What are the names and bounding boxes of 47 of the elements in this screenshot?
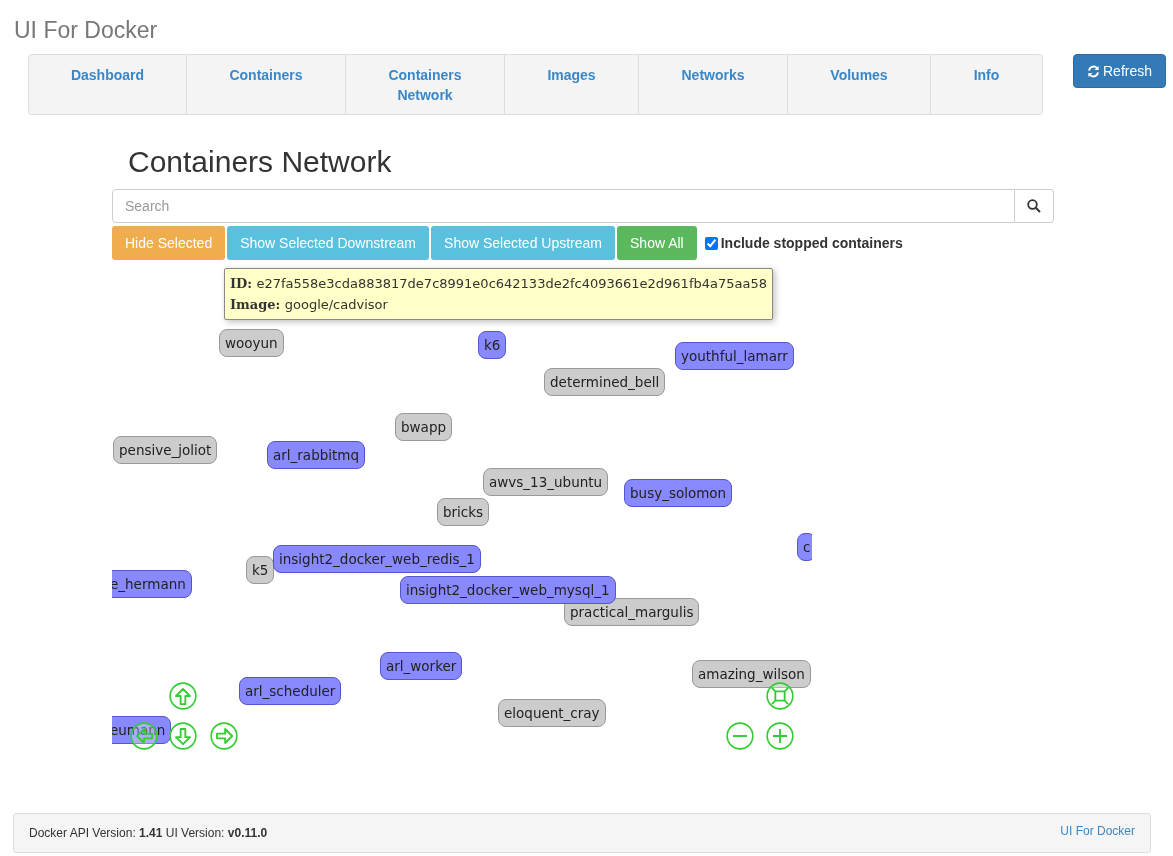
container-node[interactable]: arl_rabbitmq xyxy=(267,441,366,469)
search-button[interactable] xyxy=(1015,189,1054,223)
search-icon xyxy=(1027,199,1041,213)
fit-view-icon[interactable] xyxy=(766,682,794,710)
nav-tab[interactable]: Containers Network xyxy=(346,55,505,114)
checkbox-label: Include stopped containers xyxy=(720,235,903,251)
container-node[interactable]: k6 xyxy=(478,331,507,359)
tooltip-value: google/cadvisor xyxy=(284,297,388,312)
container-node[interactable]: k5 xyxy=(246,556,275,584)
container-node[interactable]: insight2_docker_web_mysql_1 xyxy=(400,576,616,604)
tooltip-label: ID: xyxy=(230,276,253,291)
nav-tab[interactable]: Images xyxy=(505,55,639,114)
container-node[interactable]: pensive_joliot xyxy=(113,436,218,464)
container-node[interactable]: wooyun xyxy=(219,329,284,357)
container-node[interactable]: amazing_wilson xyxy=(692,660,811,688)
page-heading: Containers Network xyxy=(128,145,393,179)
container-node[interactable]: bwapp xyxy=(395,413,453,441)
zoom-in-icon[interactable] xyxy=(766,722,794,750)
arrow-down-icon[interactable] xyxy=(169,722,197,750)
nav-tab[interactable]: Networks xyxy=(639,55,788,114)
arrow-right-icon[interactable] xyxy=(210,722,238,750)
footer-link[interactable]: UI For Docker xyxy=(1060,824,1135,838)
search-field[interactable]: Search xyxy=(112,189,1015,223)
tooltip-label: Image: xyxy=(230,297,281,312)
arrow-up-icon[interactable] xyxy=(169,682,197,710)
nav-tab[interactable]: Dashboard xyxy=(29,55,187,114)
version-text: Docker API Version: 1.41 UI Version: v0.11.0 xyxy=(29,826,268,840)
app-title: UI For Docker xyxy=(14,16,159,44)
container-node[interactable]: busy_solomon xyxy=(624,479,733,507)
tooltip-value: e27fa558e3cda883817de7c8991e0c642133de2fc4093661e2d961fb4a75aa58 xyxy=(256,276,767,291)
container-node[interactable]: youthful_lamarr xyxy=(675,342,794,370)
container-node[interactable]: arl_worker xyxy=(380,652,463,680)
container-node[interactable]: practical_margulis xyxy=(564,598,700,626)
container-node[interactable]: insight2_docker_web_redis_1 xyxy=(273,545,481,573)
container-node[interactable]: bricks xyxy=(437,498,490,526)
nav-tab[interactable]: Volumes xyxy=(788,55,931,114)
include-stopped-checkbox[interactable] xyxy=(704,236,718,250)
nav-tab[interactable]: Info xyxy=(931,55,1042,114)
refresh-icon xyxy=(1087,64,1100,78)
zoom-out-icon[interactable] xyxy=(726,722,754,750)
nav-tab[interactable]: Containers xyxy=(187,55,346,114)
container-node[interactable]: determined_bell xyxy=(544,368,666,396)
container-node[interactable]: awvs_13_ubuntu xyxy=(483,468,609,496)
refresh-button[interactable]: Refresh xyxy=(1073,54,1166,88)
container-node[interactable]: c xyxy=(797,533,812,561)
container-node[interactable]: arl_scheduler xyxy=(239,677,342,705)
container-node[interactable]: eloquent_cray xyxy=(498,699,606,727)
